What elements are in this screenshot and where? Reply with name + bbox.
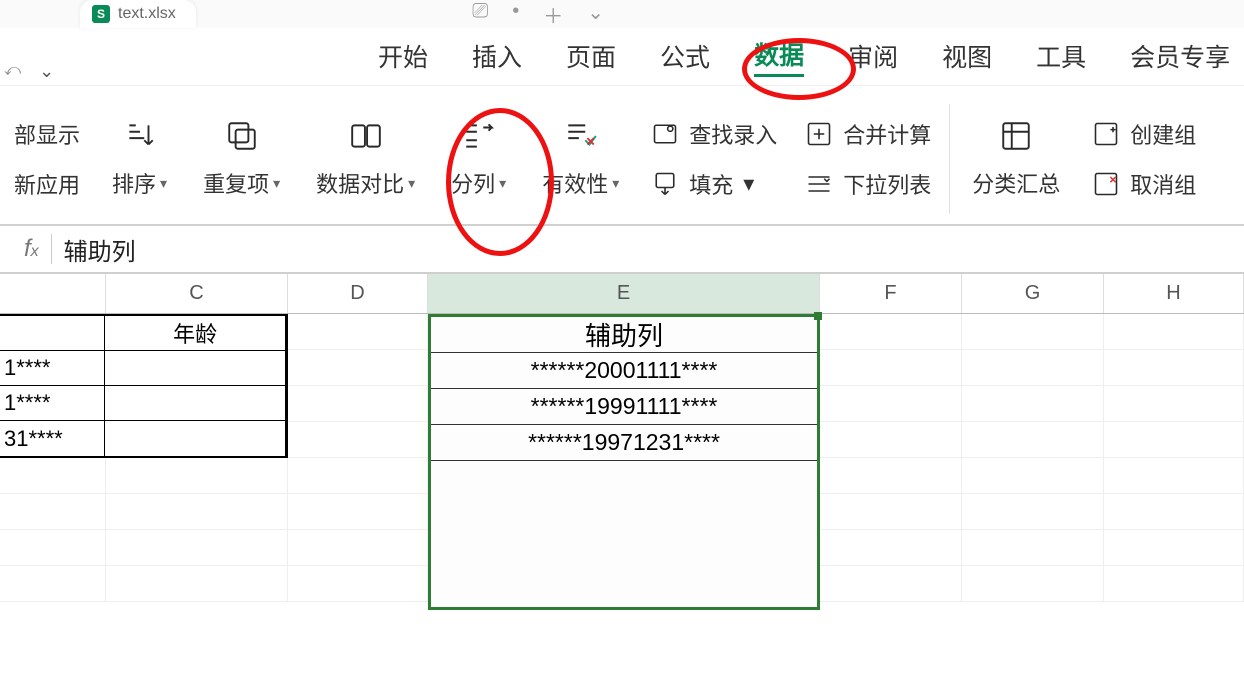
aux-col-row-empty[interactable] [431, 533, 817, 569]
aux-col-row-empty[interactable] [431, 497, 817, 533]
display-icon[interactable]: ⎚ [472, 0, 488, 29]
fx-icon[interactable]: fx [24, 235, 39, 263]
tab-member[interactable]: 会员专享 [1130, 38, 1230, 76]
tab-page[interactable]: 页面 [566, 38, 616, 76]
tab-formula[interactable]: 公式 [660, 38, 710, 76]
duplicates-button[interactable]: 重复项▾ [185, 94, 298, 224]
aux-col-row[interactable]: ******19991111**** [431, 389, 817, 425]
document-tab[interactable]: S text.xlsx [80, 0, 196, 28]
subtotal-icon [999, 119, 1033, 153]
tab-start[interactable]: 开始 [378, 38, 428, 76]
col-header-E[interactable]: E [428, 274, 820, 313]
undo-icon[interactable]: ⤺ [4, 62, 21, 80]
sort-icon [123, 119, 157, 153]
compare-icon [349, 119, 383, 153]
split-column-button[interactable]: 分列▾ [433, 94, 524, 224]
table-cell[interactable] [105, 386, 286, 420]
merge-calc-button[interactable]: 合并计算 [805, 118, 931, 150]
cancel-group-button[interactable]: 取消组 [1092, 168, 1196, 200]
aux-col-row[interactable]: ******19971231**** [431, 425, 817, 461]
create-group-icon [1092, 120, 1120, 148]
new-apply-label[interactable]: 新应用 [14, 168, 80, 200]
formula-value[interactable]: 辅助列 [64, 232, 136, 267]
grid[interactable]: 年龄 1**** 1**** 31**** 辅助列 ******20001111… [0, 314, 1244, 602]
column-headers: C D E F G H [0, 274, 1244, 314]
data-compare-button[interactable]: 数据对比▾ [298, 94, 433, 224]
tab-review[interactable]: 审阅 [848, 38, 898, 76]
ribbon-left-group: 部显示 新应用 [0, 94, 94, 224]
find-entry-button[interactable]: 查找录入 [651, 118, 777, 150]
col-header-G[interactable]: G [962, 274, 1104, 313]
merge-dropdown-group: 合并计算 下拉列表 [791, 94, 945, 224]
sort-button[interactable]: 排序▾ [94, 94, 185, 224]
cancel-group-icon [1092, 170, 1120, 198]
table-cell[interactable] [0, 316, 105, 350]
aux-col-row-empty[interactable] [431, 569, 817, 605]
aux-col-row-empty[interactable] [431, 461, 817, 497]
table-cell[interactable]: 1**** [0, 386, 105, 420]
chevron-down-icon[interactable]: ⌄ [587, 0, 604, 29]
col-header-H[interactable]: H [1104, 274, 1244, 313]
col-header-F[interactable]: F [820, 274, 962, 313]
chevron-down-icon[interactable]: ⌄ [39, 61, 54, 82]
subtotal-button[interactable]: 分类汇总 [954, 94, 1078, 224]
aux-col-row[interactable]: ******20001111**** [431, 353, 817, 389]
table-cell[interactable] [105, 421, 286, 456]
tab-controls: ⎚ • ＋ ⌄ [472, 0, 1244, 29]
group-group: 创建组 取消组 [1078, 94, 1210, 224]
validation-button[interactable]: 有效性▾ [524, 94, 637, 224]
col-header-D[interactable]: D [288, 274, 428, 313]
create-group-button[interactable]: 创建组 [1092, 118, 1196, 150]
tab-insert[interactable]: 插入 [472, 38, 522, 76]
find-icon [651, 120, 679, 148]
formula-bar: fx 辅助列 [0, 226, 1244, 274]
age-header[interactable]: 年龄 [105, 316, 286, 350]
dropdown-list-button[interactable]: 下拉列表 [805, 168, 931, 200]
quick-access: ⤺ ⌄ [0, 46, 80, 96]
tab-view[interactable]: 视图 [942, 38, 992, 76]
col-header-blank[interactable] [0, 274, 106, 313]
table-cell[interactable]: 1**** [0, 351, 105, 385]
left-table: 年龄 1**** 1**** 31**** [0, 314, 288, 458]
document-filename: text.xlsx [118, 5, 176, 23]
split-icon [462, 119, 496, 153]
spreadsheet: C D E F G H 年龄 1**** 1**** 31**** 辅助列 **… [0, 274, 1244, 602]
merge-icon [805, 120, 833, 148]
more-icon[interactable]: • [512, 0, 519, 29]
tab-data[interactable]: 数据 [754, 36, 804, 77]
title-tabbar: S text.xlsx ⎚ • ＋ ⌄ [0, 0, 1244, 28]
spreadsheet-icon: S [92, 5, 110, 23]
selected-column-E[interactable]: 辅助列 ******20001111**** ******19991111***… [428, 314, 820, 610]
validation-icon [564, 119, 598, 153]
aux-col-header[interactable]: 辅助列 [431, 317, 817, 353]
fill-button[interactable]: 填充▾ [651, 168, 754, 200]
selection-handle[interactable] [814, 312, 822, 320]
dropdown-icon [805, 170, 833, 198]
table-cell[interactable] [105, 351, 286, 385]
find-fill-group: 查找录入 填充▾ [637, 94, 791, 224]
ribbon: 部显示 新应用 排序▾ 重复项▾ 数据对比▾ 分列▾ 有效性▾ 查找录入 填充▾ [0, 86, 1244, 226]
show-all-label[interactable]: 部显示 [14, 118, 80, 150]
col-header-C[interactable]: C [106, 274, 288, 313]
fill-icon [651, 170, 679, 198]
duplicates-icon [225, 119, 259, 153]
tab-tools[interactable]: 工具 [1036, 38, 1086, 76]
add-tab-icon[interactable]: ＋ [543, 0, 563, 29]
divider [949, 104, 950, 214]
menu-tabs: 开始 插入 页面 公式 数据 审阅 视图 工具 会员专享 [0, 28, 1244, 86]
table-cell[interactable]: 31**** [0, 421, 105, 456]
